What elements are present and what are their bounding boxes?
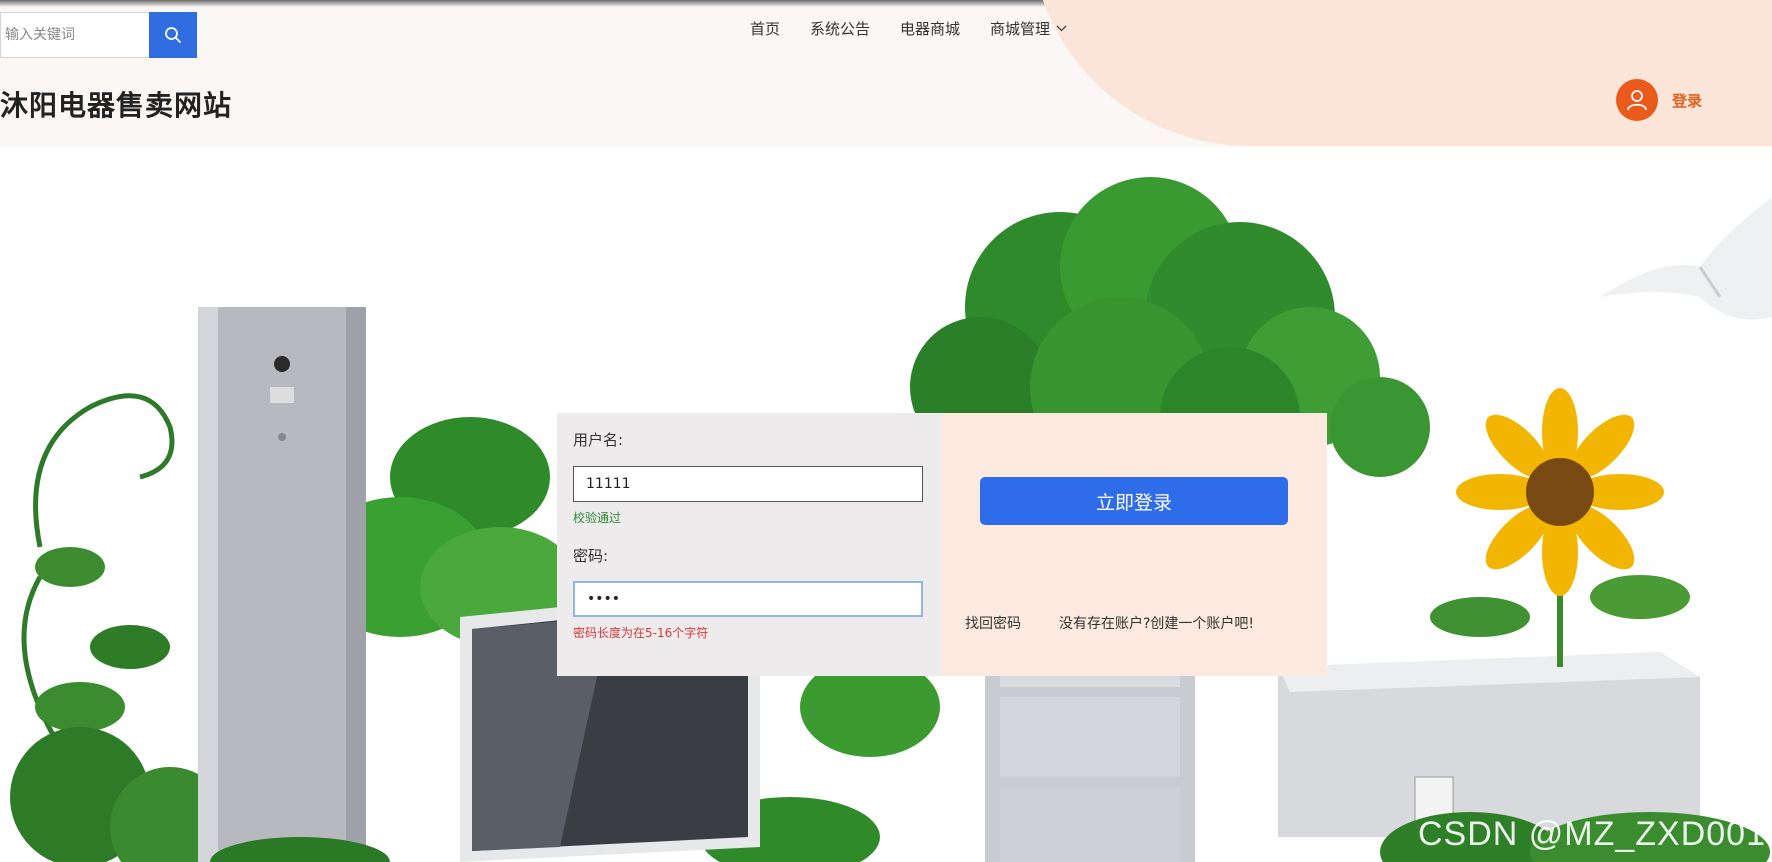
- login-panel: 用户名: 校验通过 密码: 密码长度为在5-16个字符 立即登录 找回密码 没有…: [557, 413, 1327, 676]
- register-link[interactable]: 没有存在账户?创建一个账户吧!: [1059, 613, 1254, 633]
- site-title: 沐阳电器售卖网站: [0, 89, 233, 122]
- password-validation-msg: 密码长度为在5-16个字符: [573, 626, 709, 640]
- forgot-password-link[interactable]: 找回密码: [965, 613, 1021, 633]
- user-area: 登录: [1616, 79, 1702, 121]
- tower-ac-illustration: [198, 307, 366, 862]
- password-label: 密码:: [573, 547, 609, 565]
- bird-illustration: [1600, 197, 1772, 320]
- search-input[interactable]: [0, 12, 149, 58]
- username-label: 用户名:: [573, 431, 624, 449]
- login-actions: 立即登录 找回密码 没有存在账户?创建一个账户吧!: [942, 413, 1327, 676]
- leaves-left: [10, 547, 230, 862]
- user-icon: [1627, 90, 1647, 111]
- login-form: 用户名: 校验通过 密码: 密码长度为在5-16个字符: [557, 413, 942, 676]
- header: 首页 系统公告 电器商城 商城管理 沐阳电器售卖网站 登录: [0, 0, 1772, 147]
- nav-mall[interactable]: 电器商城: [900, 18, 960, 39]
- chevron-down-icon: [1056, 25, 1067, 32]
- wall-ac-illustration: [1278, 652, 1700, 837]
- login-submit-button[interactable]: 立即登录: [980, 477, 1288, 525]
- nav-manage-label: 商城管理: [990, 20, 1051, 38]
- username-field[interactable]: [573, 466, 923, 502]
- password-field[interactable]: [573, 581, 923, 617]
- search-icon: [165, 27, 181, 43]
- username-validation-msg: 校验通过: [573, 511, 622, 525]
- header-decoration: [1030, 0, 1772, 146]
- nav-notice[interactable]: 系统公告: [810, 18, 870, 39]
- header-login-link[interactable]: 登录: [1672, 90, 1702, 111]
- search-button[interactable]: [149, 12, 197, 58]
- sunflower-illustration: [1430, 388, 1690, 667]
- nav-manage[interactable]: 商城管理: [990, 18, 1067, 39]
- watermark: CSDN @MZ_ZXD001: [1417, 815, 1766, 853]
- nav-home[interactable]: 首页: [750, 18, 780, 39]
- main-nav: 首页 系统公告 电器商城 商城管理: [750, 18, 1067, 39]
- avatar[interactable]: [1616, 79, 1658, 121]
- search-bar: [0, 12, 197, 58]
